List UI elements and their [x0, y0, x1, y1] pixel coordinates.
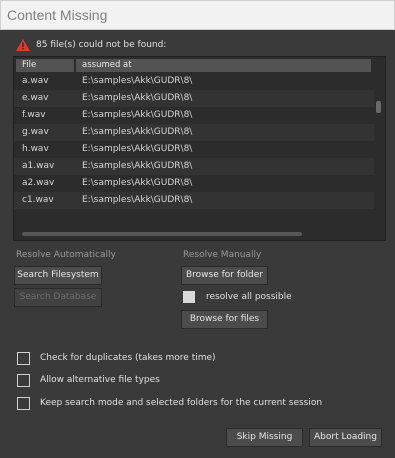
resolve-automatically-label: Resolve Automatically [16, 250, 116, 260]
check-duplicates-checkbox[interactable] [17, 352, 30, 365]
column-header-assumed-at[interactable]: assumed at [76, 59, 371, 72]
resolve-all-checkbox[interactable] [183, 291, 195, 303]
check-duplicates-label: Check for duplicates (takes more time) [40, 353, 216, 363]
allow-alt-types-label: Allow alternative file types [40, 375, 160, 385]
resolve-all-label: resolve all possible [206, 292, 292, 302]
title-bar: Content Missing [0, 0, 395, 30]
column-header-file[interactable]: File [16, 59, 74, 72]
file-path: E:\samples\Akk\GUDR\8\ [82, 161, 193, 171]
file-path: E:\samples\Akk\GUDR\8\ [82, 127, 193, 137]
file-name: h.wav [22, 144, 49, 154]
file-name: e.wav [22, 93, 49, 103]
table-row[interactable]: c1.wav E:\samples\Akk\GUDR\8\ [14, 192, 374, 209]
window-title: Content Missing [7, 7, 108, 23]
file-name: c1.wav [22, 195, 54, 205]
file-name: a.wav [22, 76, 49, 86]
skip-missing-button[interactable]: Skip Missing [226, 428, 303, 447]
file-path: E:\samples\Akk\GUDR\8\ [82, 144, 193, 154]
table-header: File assumed at [16, 59, 371, 72]
table-rows: a.wav E:\samples\Akk\GUDR\8\ e.wav E:\sa… [14, 73, 374, 209]
table-row[interactable]: f.wav E:\samples\Akk\GUDR\8\ [14, 107, 374, 124]
keep-search-mode-checkbox[interactable] [17, 397, 30, 410]
search-database-button[interactable]: Search Database [14, 288, 102, 307]
file-name: f.wav [22, 110, 46, 120]
allow-alt-types-checkbox[interactable] [17, 374, 30, 387]
table-row[interactable]: g.wav E:\samples\Akk\GUDR\8\ [14, 124, 374, 141]
table-row[interactable]: a.wav E:\samples\Akk\GUDR\8\ [14, 73, 374, 90]
table-row[interactable]: a1.wav E:\samples\Akk\GUDR\8\ [14, 158, 374, 175]
resolve-manually-label: Resolve Manually [183, 250, 262, 260]
search-filesystem-button[interactable]: Search Filesystem [14, 266, 102, 285]
content-missing-dialog: 85 file(s) could not be found: File assu… [0, 30, 395, 458]
horizontal-scrollbar[interactable] [22, 232, 302, 236]
browse-for-files-button[interactable]: Browse for files [181, 310, 268, 329]
table-row[interactable]: e.wav E:\samples\Akk\GUDR\8\ [14, 90, 374, 107]
file-name: a2.wav [22, 178, 55, 188]
warning-row: 85 file(s) could not be found: [16, 38, 166, 52]
file-path: E:\samples\Akk\GUDR\8\ [82, 76, 193, 86]
abort-loading-button[interactable]: Abort Loading [309, 428, 382, 447]
warning-triangle-icon [16, 39, 30, 51]
table-row[interactable]: h.wav E:\samples\Akk\GUDR\8\ [14, 141, 374, 158]
keep-search-mode-label: Keep search mode and selected folders fo… [40, 398, 323, 408]
vertical-scrollbar[interactable] [376, 101, 381, 113]
file-path: E:\samples\Akk\GUDR\8\ [82, 93, 193, 103]
file-path: E:\samples\Akk\GUDR\8\ [82, 110, 193, 120]
file-path: E:\samples\Akk\GUDR\8\ [82, 178, 193, 188]
file-path: E:\samples\Akk\GUDR\8\ [82, 195, 193, 205]
file-name: a1.wav [22, 161, 55, 171]
browse-for-folder-button[interactable]: Browse for folder [181, 266, 268, 285]
file-name: g.wav [22, 127, 49, 137]
missing-files-table[interactable]: File assumed at a.wav E:\samples\Akk\GUD… [13, 56, 386, 241]
table-row[interactable]: a2.wav E:\samples\Akk\GUDR\8\ [14, 175, 374, 192]
missing-count-text: 85 file(s) could not be found: [36, 40, 167, 50]
